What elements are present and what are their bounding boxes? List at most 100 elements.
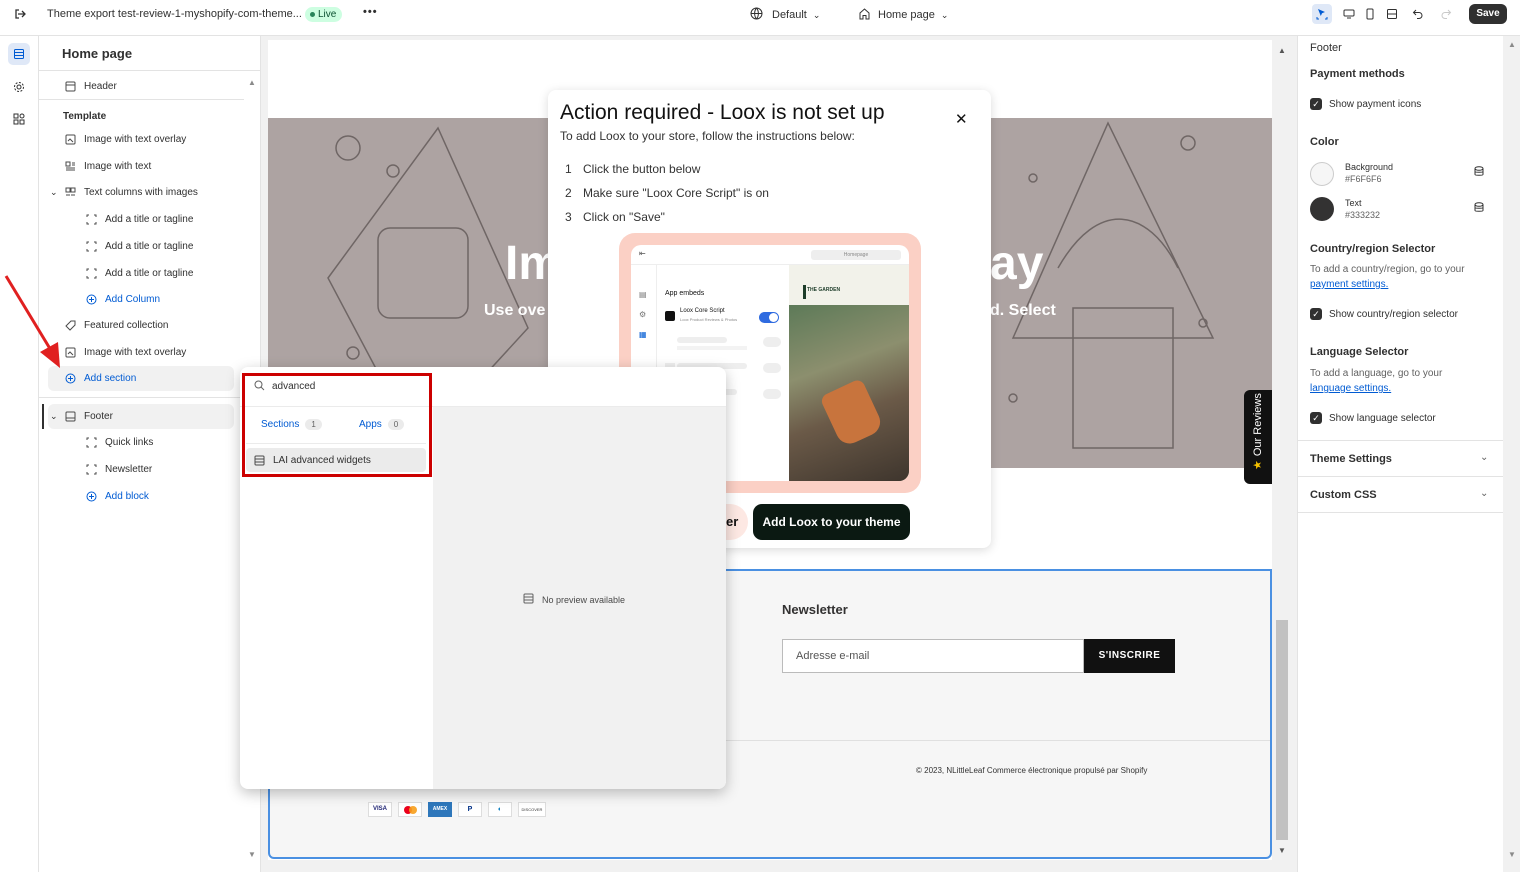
reviews-tab-label: Our Reviews <box>1251 393 1264 457</box>
language-selector-checkbox[interactable]: ✓ <box>1310 412 1322 424</box>
country-help: To add a country/region, go to your <box>1310 264 1465 275</box>
text-color-swatch[interactable] <box>1310 197 1334 221</box>
sidebar-item-label: Newsletter <box>105 463 153 475</box>
scroll-down-arrow-icon[interactable]: ▼ <box>1278 846 1286 855</box>
country-selector-checkbox[interactable]: ✓ <box>1310 308 1322 320</box>
hero-title-right: ay <box>990 237 1044 290</box>
exit-icon[interactable] <box>10 4 30 24</box>
sidebar-block-title[interactable]: Add a title or tagline <box>85 207 193 231</box>
divider <box>39 70 261 71</box>
garden-logo: THE GARDEN <box>807 287 841 293</box>
close-icon[interactable]: ✕ <box>955 110 968 128</box>
sidebar-block-quick-links[interactable]: Quick links <box>85 430 153 454</box>
sidebar-item-header[interactable]: Header <box>64 74 117 98</box>
device-select[interactable]: Default ⌄ <box>750 7 820 23</box>
scroll-up-arrow-icon[interactable]: ▲ <box>1278 46 1286 55</box>
scroll-up-arrow-icon[interactable]: ▲ <box>248 78 256 87</box>
preview-scrollbar[interactable]: ▲ ▼ <box>1274 40 1290 860</box>
settings-panel: Footer Payment methods ✓ Show payment ic… <box>1297 36 1520 872</box>
sidebar-item-footer[interactable]: ⌄ Footer <box>50 404 113 428</box>
undo-icon[interactable] <box>1408 4 1428 24</box>
scroll-down-arrow-icon[interactable]: ▼ <box>1508 850 1516 859</box>
checkbox-label: Show payment icons <box>1329 99 1422 110</box>
checkbox-label: Show language selector <box>1329 413 1436 424</box>
scroll-up-arrow-icon[interactable]: ▲ <box>1508 40 1516 49</box>
sections-icon[interactable] <box>8 43 30 65</box>
desktop-icon[interactable] <box>1339 4 1359 24</box>
inspector-icon[interactable] <box>1312 4 1332 24</box>
app-embeds-icon[interactable] <box>8 108 30 130</box>
email-input[interactable]: Adresse e-mail <box>782 639 1084 673</box>
chevron-down-icon[interactable]: ⌄ <box>50 411 60 422</box>
page-select[interactable]: Home page ⌄ <box>858 7 948 23</box>
language-settings-link[interactable]: language settings. <box>1310 383 1391 394</box>
sidebar-item-text-columns[interactable]: ⌄ Text columns with images <box>50 180 198 204</box>
text-label: Text <box>1345 198 1362 208</box>
template-heading: Template <box>63 111 107 122</box>
left-rail <box>0 36 39 872</box>
database-icon[interactable] <box>1474 166 1484 180</box>
sidebar-item-label: Image with text <box>84 160 152 172</box>
selection-marker <box>42 404 44 429</box>
theme-settings-accordion[interactable]: Theme Settings ⌄ <box>1298 441 1503 477</box>
language-help: To add a language, go to your <box>1310 368 1443 379</box>
no-preview-text: No preview available <box>542 594 626 605</box>
sidebar-item-image-with-text-overlay[interactable]: Image with text overlay <box>64 340 186 364</box>
section-sidebar: Home page Header Template Image with tex… <box>39 36 261 872</box>
sidebar-item-label: Add block <box>105 490 149 502</box>
custom-css-accordion[interactable]: Custom CSS ⌄ <box>1298 477 1503 513</box>
add-loox-button[interactable]: Add Loox to your theme <box>753 504 910 540</box>
save-button[interactable]: Save <box>1469 4 1507 24</box>
step-item: 2 Make sure "Loox Core Script" is on <box>565 186 769 200</box>
amex-icon: AMEX <box>428 802 452 817</box>
database-icon[interactable] <box>1474 202 1484 216</box>
sidebar-block-newsletter[interactable]: Newsletter <box>85 457 152 481</box>
settings-gear-icon[interactable] <box>8 76 30 98</box>
sidebar-item-image-with-text-overlay[interactable]: Image with text overlay <box>64 127 186 151</box>
copyright-text: © 2023, NLittleLeaf Commerce électroniqu… <box>916 766 1148 775</box>
visa-icon: VISA <box>368 802 392 817</box>
full-width-icon[interactable] <box>1382 4 1402 24</box>
accordion-label: Theme Settings <box>1310 453 1392 465</box>
payment-icons-checkbox[interactable]: ✓ <box>1310 98 1322 110</box>
background-value: #F6F6F6 <box>1345 174 1382 184</box>
sidebar-item-image-with-text[interactable]: Image with text <box>64 154 151 178</box>
add-section-button[interactable]: Add section <box>64 366 136 390</box>
header-section-icon <box>64 80 76 92</box>
sidebar-block-title[interactable]: Add a title or tagline <box>85 261 193 285</box>
scroll-down-arrow-icon[interactable]: ▼ <box>248 850 256 859</box>
add-column-button[interactable]: Add Column <box>85 287 160 311</box>
color-heading: Color <box>1310 136 1339 148</box>
page-title: Home page <box>62 46 133 61</box>
settings-scrollbar[interactable]: ▲ ▼ <box>1503 36 1520 872</box>
image-section-icon <box>64 133 76 145</box>
block-icon <box>85 213 97 225</box>
live-status-badge: Live <box>305 7 343 22</box>
add-block-button[interactable]: Add block <box>85 484 149 508</box>
step-item: 3 Click on "Save" <box>565 210 665 224</box>
mobile-icon[interactable] <box>1360 4 1380 24</box>
top-bar: Theme export test-review-1-myshopify-com… <box>0 0 1520 36</box>
sidebar-item-label: Quick links <box>105 436 154 448</box>
highlight-box <box>242 373 432 477</box>
block-icon <box>85 436 97 448</box>
subscribe-button[interactable]: S'INSCRIRE <box>1084 639 1175 673</box>
scroll-thumb[interactable] <box>1276 620 1288 840</box>
sidebar-item-label: Add a title or tagline <box>105 213 194 225</box>
newsletter-title: Newsletter <box>782 602 848 617</box>
page-select-label: Home page <box>878 9 935 21</box>
more-actions-button[interactable]: ••• <box>363 6 378 18</box>
redo-icon[interactable] <box>1436 4 1456 24</box>
red-arrow-icon <box>4 275 60 368</box>
hero-subtitle-right: d. Select <box>990 302 1056 319</box>
sidebar-item-featured-collection[interactable]: Featured collection <box>64 313 169 337</box>
steps-list: 1 Click the button below 2 Make sure "Loox… <box>565 157 769 229</box>
our-reviews-tab[interactable]: ★ Our Reviews <box>1244 390 1272 484</box>
toggle-switch <box>759 312 779 323</box>
chevron-down-icon[interactable]: ⌄ <box>50 187 60 198</box>
payment-settings-link[interactable]: payment settings. <box>1310 279 1388 290</box>
diners-icon: ◐ <box>488 802 512 817</box>
theme-name: Theme export test-review-1-myshopify-com… <box>47 8 302 20</box>
background-color-swatch[interactable] <box>1310 162 1334 186</box>
sidebar-block-title[interactable]: Add a title or tagline <box>85 234 193 258</box>
